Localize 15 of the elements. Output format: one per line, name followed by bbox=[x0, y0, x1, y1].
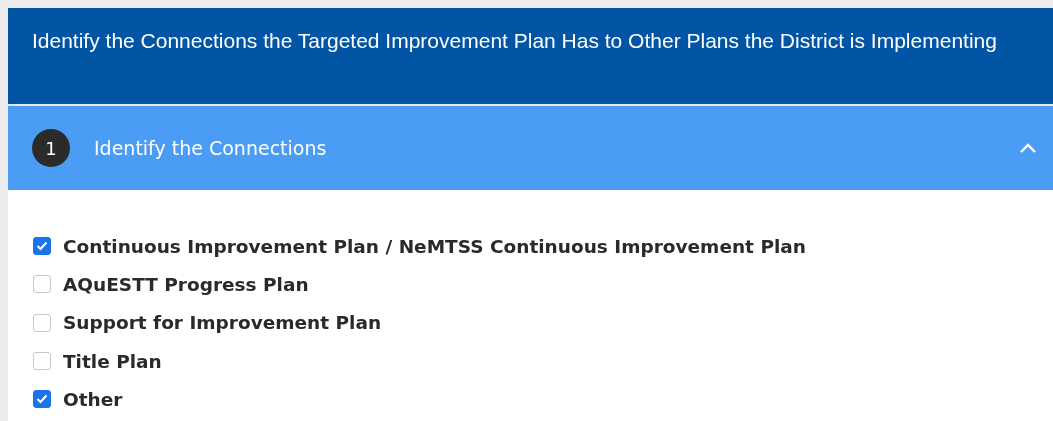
page-title: Identify the Connections the Targeted Improvement Plan Has to Other Plans the District is Implementing bbox=[32, 28, 998, 54]
checkbox-label: AQuESTT Progress Plan bbox=[63, 273, 309, 295]
step-number: 1 bbox=[32, 129, 70, 167]
section-title: Identify the Connections bbox=[94, 137, 328, 159]
checkbox[interactable] bbox=[33, 275, 51, 294]
checkbox[interactable] bbox=[33, 237, 51, 256]
checkbox-label: Continuous Improvement Plan / NeMTSS Continuous Improvement Plan bbox=[63, 235, 806, 257]
chevron-icon[interactable] bbox=[1019, 142, 1037, 154]
checkbox[interactable] bbox=[33, 352, 51, 371]
checkbox-label: Title Plan bbox=[63, 350, 162, 372]
checkbox[interactable] bbox=[33, 390, 51, 409]
accordion-header[interactable]: 1 Identify the Connections bbox=[8, 106, 1053, 190]
checkbox[interactable] bbox=[33, 313, 51, 332]
checkbox-label: Support for Improvement Plan bbox=[63, 312, 382, 334]
checkbox-label: Other bbox=[63, 388, 123, 410]
